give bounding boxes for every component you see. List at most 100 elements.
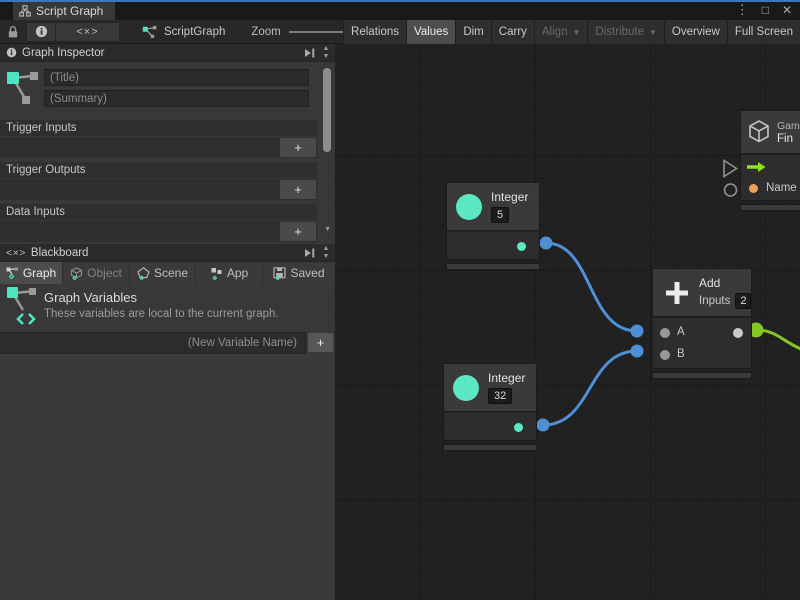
dock-button[interactable]: [304, 48, 315, 61]
graph-inspector-title: Graph Inspector: [22, 47, 104, 59]
blackboard-scroll-arrows[interactable]: ▲ ▼: [319, 245, 333, 261]
title-field[interactable]: [44, 69, 309, 86]
input-port-name[interactable]: [749, 184, 758, 193]
inspector-scroll-arrows[interactable]: ▲ ▼: [319, 45, 333, 61]
node-header[interactable]: Gam Fin: [740, 110, 800, 154]
trigger-port-row: [741, 155, 800, 178]
tab-object[interactable]: Object: [63, 262, 130, 284]
dock-button[interactable]: [304, 248, 315, 261]
node-ports: A B: [652, 317, 752, 369]
node-header[interactable]: Add Inputs 2: [652, 268, 752, 317]
graph-canvas[interactable]: Integer 5 Integer 32: [335, 44, 800, 600]
lock-button[interactable]: [7, 25, 19, 39]
inspector-scrollbar-thumb[interactable]: [323, 68, 331, 152]
scroll-up-icon[interactable]: ▲: [323, 245, 330, 253]
align-button[interactable]: Align▼: [534, 20, 588, 44]
window-menu-icon[interactable]: ⋮: [736, 2, 749, 18]
tab-app[interactable]: App: [196, 262, 263, 284]
toolbar-button-strip: Relations Values Dim Carry Align▼ Distri…: [343, 20, 800, 44]
data-inputs-row: +: [0, 221, 317, 242]
add-data-input-button[interactable]: +: [280, 222, 316, 241]
node-subtitle: Gam: [777, 120, 800, 132]
unity-script-graph-window: Script Graph ⋮ □ ✕ <×>: [0, 0, 800, 600]
integer-type-icon: [453, 375, 479, 401]
inputs-label: Inputs: [699, 295, 730, 307]
values-button[interactable]: Values: [406, 20, 455, 44]
output-port[interactable]: [733, 328, 743, 338]
add-trigger-output-button[interactable]: +: [280, 180, 316, 199]
scroll-up-icon[interactable]: ▲: [323, 45, 330, 53]
dock-icon: [304, 248, 315, 258]
toolbar-left-group: <×>: [26, 22, 120, 42]
node-find[interactable]: Gam Fin Name: [740, 110, 800, 211]
full-screen-button[interactable]: Full Screen: [727, 20, 800, 44]
wire-endpoint[interactable]: [631, 325, 644, 338]
port-label: B: [677, 348, 685, 360]
code-view-button[interactable]: <×>: [56, 22, 120, 42]
dropdown-icon: ▼: [572, 28, 580, 37]
overview-button[interactable]: Overview: [664, 20, 727, 44]
window-close-icon[interactable]: ✕: [782, 3, 792, 17]
input-port-a[interactable]: [660, 328, 670, 338]
scroll-down-icon[interactable]: ▼: [323, 53, 330, 61]
new-variable-row: +: [0, 332, 335, 354]
trigger-outputs-label: Trigger Outputs: [0, 162, 317, 178]
graph-meta-fields: [44, 69, 309, 111]
graph-breadcrumb[interactable]: ScriptGraph: [142, 25, 225, 39]
value-port-outline-icon[interactable]: [725, 184, 737, 196]
node-add[interactable]: Add Inputs 2 A B: [652, 268, 752, 379]
port-row-b: B: [653, 345, 751, 366]
new-variable-input[interactable]: [0, 332, 306, 354]
wire-endpoint[interactable]: [631, 345, 644, 358]
carry-button[interactable]: Carry: [491, 20, 534, 44]
graph-variables-section: Graph Variables These variables are loca…: [0, 284, 335, 330]
trigger-outputs-row: +: [0, 179, 317, 200]
graph-variables-subtitle: These variables are local to the current…: [44, 308, 279, 320]
trigger-port-outline-icon[interactable]: [724, 161, 737, 177]
tab-graph[interactable]: Graph: [0, 262, 63, 284]
graph-variables-title: Graph Variables: [44, 290, 137, 305]
scroll-down-icon[interactable]: ▼: [324, 226, 331, 233]
integer-value-field[interactable]: 5: [491, 207, 509, 223]
node-integer-5[interactable]: Integer 5: [446, 182, 540, 270]
info-icon: [35, 25, 48, 38]
graph-variables-tab-icon: [6, 267, 19, 280]
tab-scene[interactable]: Scene: [130, 262, 196, 284]
dock-icon: [304, 48, 315, 58]
tab-script-graph[interactable]: Script Graph: [13, 2, 115, 20]
output-port[interactable]: [514, 423, 523, 432]
node-footer: [652, 372, 752, 379]
node-footer: [443, 444, 537, 451]
node-header[interactable]: Integer 32: [443, 363, 537, 412]
side-panel: Graph Inspector ▲ ▼: [0, 44, 335, 600]
input-port-b[interactable]: [660, 350, 670, 360]
wire-endpoint[interactable]: [537, 419, 550, 432]
wire-integer32-to-add-b[interactable]: [543, 351, 637, 425]
distribute-button[interactable]: Distribute▼: [587, 20, 664, 44]
inspector-toggle-button[interactable]: [26, 22, 56, 42]
scroll-down-icon[interactable]: ▼: [323, 253, 330, 261]
node-integer-32[interactable]: Integer 32: [443, 363, 537, 451]
variables-list-empty-area: [0, 354, 335, 600]
node-footer: [446, 263, 540, 270]
wire-endpoint[interactable]: [540, 237, 553, 250]
tab-saved[interactable]: Saved: [263, 262, 335, 284]
integer-value-field[interactable]: 32: [488, 388, 512, 404]
output-port[interactable]: [517, 242, 526, 251]
graph-variables-icon: [6, 286, 40, 328]
node-ports: [443, 412, 537, 441]
dim-button[interactable]: Dim: [455, 20, 490, 44]
add-variable-button[interactable]: +: [308, 333, 333, 352]
inputs-count-field[interactable]: 2: [735, 293, 751, 309]
graph-toolbar: <×> ScriptGraph Zoom 1x Relations Values: [0, 20, 800, 44]
node-header[interactable]: Integer 5: [446, 182, 540, 231]
add-trigger-input-button[interactable]: +: [280, 138, 316, 157]
trigger-input-arrow-icon[interactable]: [746, 161, 766, 173]
wire-integer5-to-add-a[interactable]: [546, 243, 637, 331]
window-maximize-icon[interactable]: □: [762, 3, 769, 17]
summary-field[interactable]: [44, 90, 309, 107]
code-icon: <×>: [76, 26, 98, 38]
relations-button[interactable]: Relations: [343, 20, 406, 44]
graph-inspector-body: [0, 62, 335, 120]
focus-accent-line: [0, 0, 800, 2]
